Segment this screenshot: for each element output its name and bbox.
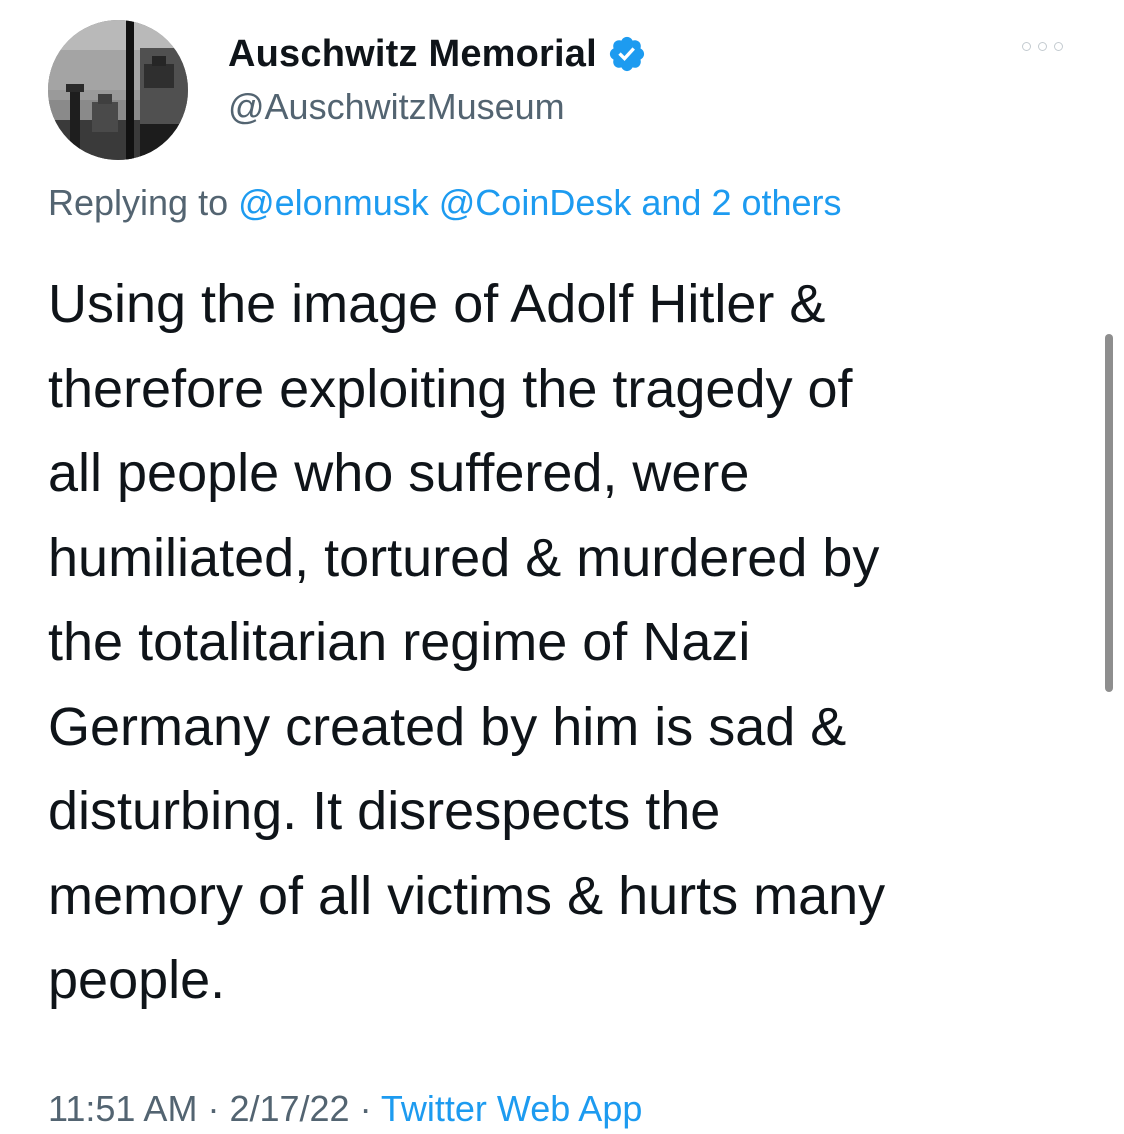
author-name-row: Auschwitz Memorial <box>228 30 647 78</box>
avatar-image <box>48 20 188 160</box>
meta-separator: · <box>197 1088 230 1129</box>
scrollbar[interactable] <box>1105 334 1113 692</box>
tweet-date[interactable]: 2/17/22 <box>229 1088 349 1129</box>
tweet-text-line: disturbing. It disrespects the <box>48 781 721 841</box>
tweet-text-line: therefore exploiting the tragedy of <box>48 358 853 419</box>
more-dot <box>1022 42 1031 51</box>
tweet-text-line: all people who suffered, were <box>48 443 750 503</box>
mention-elonmusk[interactable]: @elonmusk <box>238 182 429 223</box>
tweet-text: Using the image of Adolf Hitler & theref… <box>48 262 1058 1023</box>
more-options-icon[interactable] <box>1022 42 1063 51</box>
verified-badge-icon <box>609 36 644 72</box>
tweet-text-line: humiliated, tortured & murdered by <box>48 527 880 588</box>
tweet-text-line: memory of all victims & hurts many <box>48 865 886 926</box>
display-name[interactable]: Auschwitz Memorial <box>228 33 597 76</box>
avatar[interactable] <box>48 20 188 160</box>
meta-separator: · <box>349 1088 381 1129</box>
more-dot <box>1054 42 1063 51</box>
tweet-source[interactable]: Twitter Web App <box>381 1088 642 1129</box>
tweet-text-line: the totalitarian regime of Nazi <box>48 612 751 672</box>
mention-coindesk[interactable]: @CoinDesk <box>439 182 632 223</box>
tweet-metadata: 11:51 AM · 2/17/22 · Twitter Web App <box>48 1088 642 1130</box>
tweet-text-line: Using the image of Adolf Hitler & <box>48 274 826 334</box>
mention-others[interactable]: and 2 others <box>641 182 841 223</box>
replying-to: Replying to @elonmusk @CoinDesk and 2 ot… <box>48 182 842 224</box>
tweet: Auschwitz Memorial @AuschwitzMuseum Repl… <box>0 0 1124 1134</box>
replying-to-label: Replying to <box>48 182 239 223</box>
tweet-time[interactable]: 11:51 AM <box>48 1088 197 1129</box>
author-handle[interactable]: @AuschwitzMuseum <box>228 86 565 128</box>
tweet-text-line: people. <box>48 950 226 1010</box>
more-dot <box>1038 42 1047 51</box>
tweet-text-line: Germany created by him is sad & <box>48 696 847 757</box>
